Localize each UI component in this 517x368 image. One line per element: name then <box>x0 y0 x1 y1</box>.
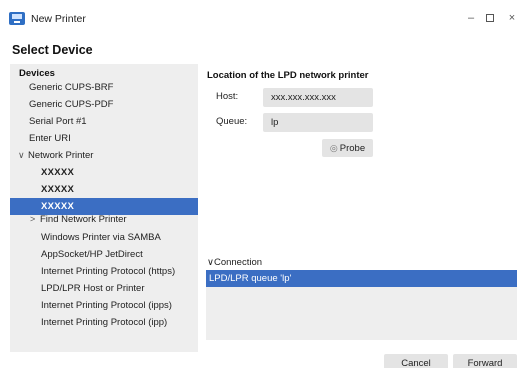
device-item-label: AppSocket/HP JetDirect <box>41 249 143 260</box>
device-item-label: Network Printer <box>28 150 94 161</box>
device-item-ipp[interactable]: Internet Printing Protocol (ipp) <box>10 314 198 331</box>
chevron-right-icon[interactable]: > <box>30 211 40 228</box>
maximize-button[interactable] <box>483 12 497 25</box>
page-title: Select Device <box>12 43 93 57</box>
host-label: Host: <box>216 91 239 102</box>
device-item-label: Enter URI <box>29 133 71 144</box>
device-item-label: Internet Printing Protocol (ipp) <box>41 317 168 328</box>
device-item-network-printer-2[interactable]: XXXXX <box>10 181 198 198</box>
device-item-label: Internet Printing Protocol (ipps) <box>41 300 172 311</box>
device-item-label: Find Network Printer <box>40 214 127 225</box>
queue-label: Queue: <box>216 116 248 127</box>
device-item-label: Generic CUPS-BRF <box>29 82 114 93</box>
device-item-find-network-printer[interactable]: > Find Network Printer <box>10 211 198 228</box>
search-icon: ◎ <box>329 143 338 153</box>
window-title: New Printer <box>31 13 86 25</box>
queue-input[interactable]: lp <box>263 113 373 132</box>
device-item-ipp-https[interactable]: Internet Printing Protocol (https) <box>10 263 198 280</box>
connection-label: Connection <box>213 257 263 268</box>
chevron-down-icon[interactable]: ∨ <box>18 147 28 164</box>
device-item-label: XXXXX <box>41 167 75 178</box>
title-bar: New Printer – × <box>0 0 517 34</box>
device-item-ipp-ipps[interactable]: Internet Printing Protocol (ipps) <box>10 297 198 314</box>
close-button[interactable]: × <box>505 12 517 24</box>
device-item-label: Internet Printing Protocol (https) <box>41 266 176 277</box>
device-item-generic-cups-pdf[interactable]: Generic CUPS-PDF <box>10 96 198 113</box>
device-item-network-printer[interactable]: ∨ Network Printer <box>10 147 198 164</box>
minimize-button[interactable]: – <box>464 12 478 24</box>
device-item-windows-samba[interactable]: Windows Printer via SAMBA <box>10 229 198 246</box>
device-item-label: Serial Port #1 <box>29 116 87 127</box>
chevron-down-icon: ∨ <box>207 257 214 268</box>
device-item-label: Windows Printer via SAMBA <box>41 232 161 243</box>
host-input[interactable]: xxx.xxx.xxx.xxx <box>263 88 373 107</box>
printer-icon <box>9 12 25 25</box>
connection-option[interactable]: LPD/LPR queue 'lp' <box>206 270 517 287</box>
device-item-generic-cups-brf[interactable]: Generic CUPS-BRF <box>10 79 198 96</box>
connection-list: LPD/LPR queue 'lp' <box>206 270 517 340</box>
cancel-button[interactable]: Cancel <box>384 354 448 368</box>
devices-header: Devices <box>19 68 55 79</box>
device-item-enter-uri[interactable]: Enter URI <box>10 130 198 147</box>
device-item-serial-port[interactable]: Serial Port #1 <box>10 113 198 130</box>
devices-panel: Devices Generic CUPS-BRF Generic CUPS-PD… <box>10 64 198 352</box>
forward-button[interactable]: Forward <box>453 354 517 368</box>
connection-expander[interactable]: ∨Connection <box>207 257 262 268</box>
device-item-label: XXXXX <box>41 184 75 195</box>
device-item-lpd-lpr[interactable]: LPD/LPR Host or Printer <box>10 280 198 297</box>
device-item-label: LPD/LPR Host or Printer <box>41 283 145 294</box>
location-heading: Location of the LPD network printer <box>207 70 369 81</box>
maximize-icon <box>486 14 494 22</box>
probe-button[interactable]: ◎ Probe <box>322 139 373 157</box>
probe-label: Probe <box>339 143 366 154</box>
device-item-label: Generic CUPS-PDF <box>29 99 114 110</box>
device-item-appsocket[interactable]: AppSocket/HP JetDirect <box>10 246 198 263</box>
device-item-network-printer-1[interactable]: XXXXX <box>10 164 198 181</box>
